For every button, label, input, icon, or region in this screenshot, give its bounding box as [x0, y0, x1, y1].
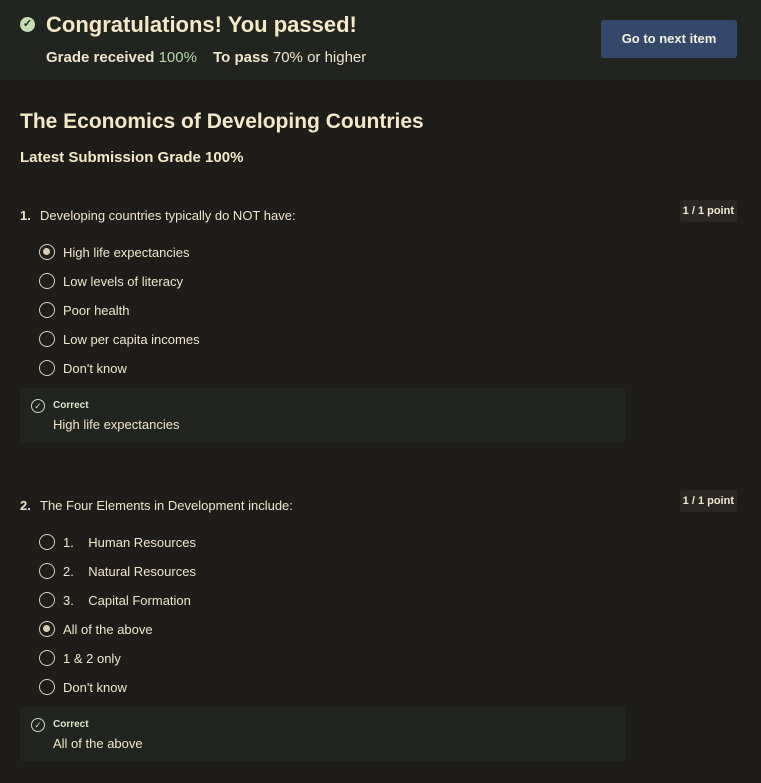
- go-to-next-item-button[interactable]: Go to next item: [601, 20, 737, 58]
- feedback-box: ✓ Correct All of the above: [20, 707, 625, 761]
- option-label: Low levels of literacy: [63, 273, 183, 289]
- points-badge: 1 / 1 point: [679, 490, 737, 512]
- radio-button[interactable]: [39, 650, 55, 666]
- option-label: Low per capita incomes: [63, 331, 200, 347]
- answer-option[interactable]: 3. Capital Formation: [39, 592, 191, 608]
- feedback-box: ✓ Correct High life expectancies: [20, 388, 625, 442]
- radio-button[interactable]: [39, 360, 55, 376]
- check-circle-icon: ✓: [20, 17, 35, 32]
- answer-option[interactable]: 1. Human Resources: [39, 534, 196, 550]
- feedback-label: Correct: [53, 400, 89, 411]
- option-label: Poor health: [63, 302, 130, 318]
- option-label: Don't know: [63, 360, 127, 376]
- answer-option[interactable]: Low per capita incomes: [39, 331, 200, 347]
- radio-button[interactable]: [39, 534, 55, 550]
- radio-button[interactable]: [39, 621, 55, 637]
- banner-title: Congratulations! You passed!: [46, 12, 357, 37]
- option-label: Don't know: [63, 679, 127, 695]
- answer-option[interactable]: 1 & 2 only: [39, 650, 121, 666]
- feedback-text: All of the above: [53, 736, 143, 751]
- option-label: All of the above: [63, 621, 153, 637]
- check-circle-icon: ✓: [31, 718, 45, 732]
- radio-button[interactable]: [39, 563, 55, 579]
- answer-option[interactable]: 2. Natural Resources: [39, 563, 196, 579]
- latest-grade: Latest Submission Grade 100%: [20, 149, 244, 166]
- radio-button[interactable]: [39, 331, 55, 347]
- radio-button[interactable]: [39, 679, 55, 695]
- answer-option[interactable]: Poor health: [39, 302, 130, 318]
- feedback-text: High life expectancies: [53, 417, 180, 432]
- page-title: The Economics of Developing Countries: [20, 110, 424, 133]
- result-banner: ✓ Congratulations! You passed! Grade rec…: [0, 0, 761, 80]
- option-label: 1. Human Resources: [63, 534, 196, 550]
- radio-button[interactable]: [39, 592, 55, 608]
- check-circle-icon: ✓: [31, 399, 45, 413]
- question-text: 1. Developing countries typically do NOT …: [20, 208, 296, 223]
- answer-option[interactable]: Don't know: [39, 360, 127, 376]
- answer-option[interactable]: High life expectancies: [39, 244, 189, 260]
- points-badge: 1 / 1 point: [679, 200, 737, 222]
- answer-option[interactable]: Low levels of literacy: [39, 273, 183, 289]
- feedback-label: Correct: [53, 719, 89, 730]
- radio-button[interactable]: [39, 273, 55, 289]
- option-label: 1 & 2 only: [63, 650, 121, 666]
- question-text: 2. The Four Elements in Development inclu…: [20, 498, 293, 513]
- option-label: 3. Capital Formation: [63, 592, 191, 608]
- option-label: High life expectancies: [63, 244, 190, 260]
- answer-option[interactable]: Don't know: [39, 679, 127, 695]
- answer-option[interactable]: All of the above: [39, 621, 153, 637]
- radio-button[interactable]: [39, 302, 55, 318]
- radio-button[interactable]: [39, 244, 55, 260]
- option-label: 2. Natural Resources: [63, 563, 196, 579]
- grade-summary: Grade received 100% To pass 70% or highe…: [46, 49, 367, 66]
